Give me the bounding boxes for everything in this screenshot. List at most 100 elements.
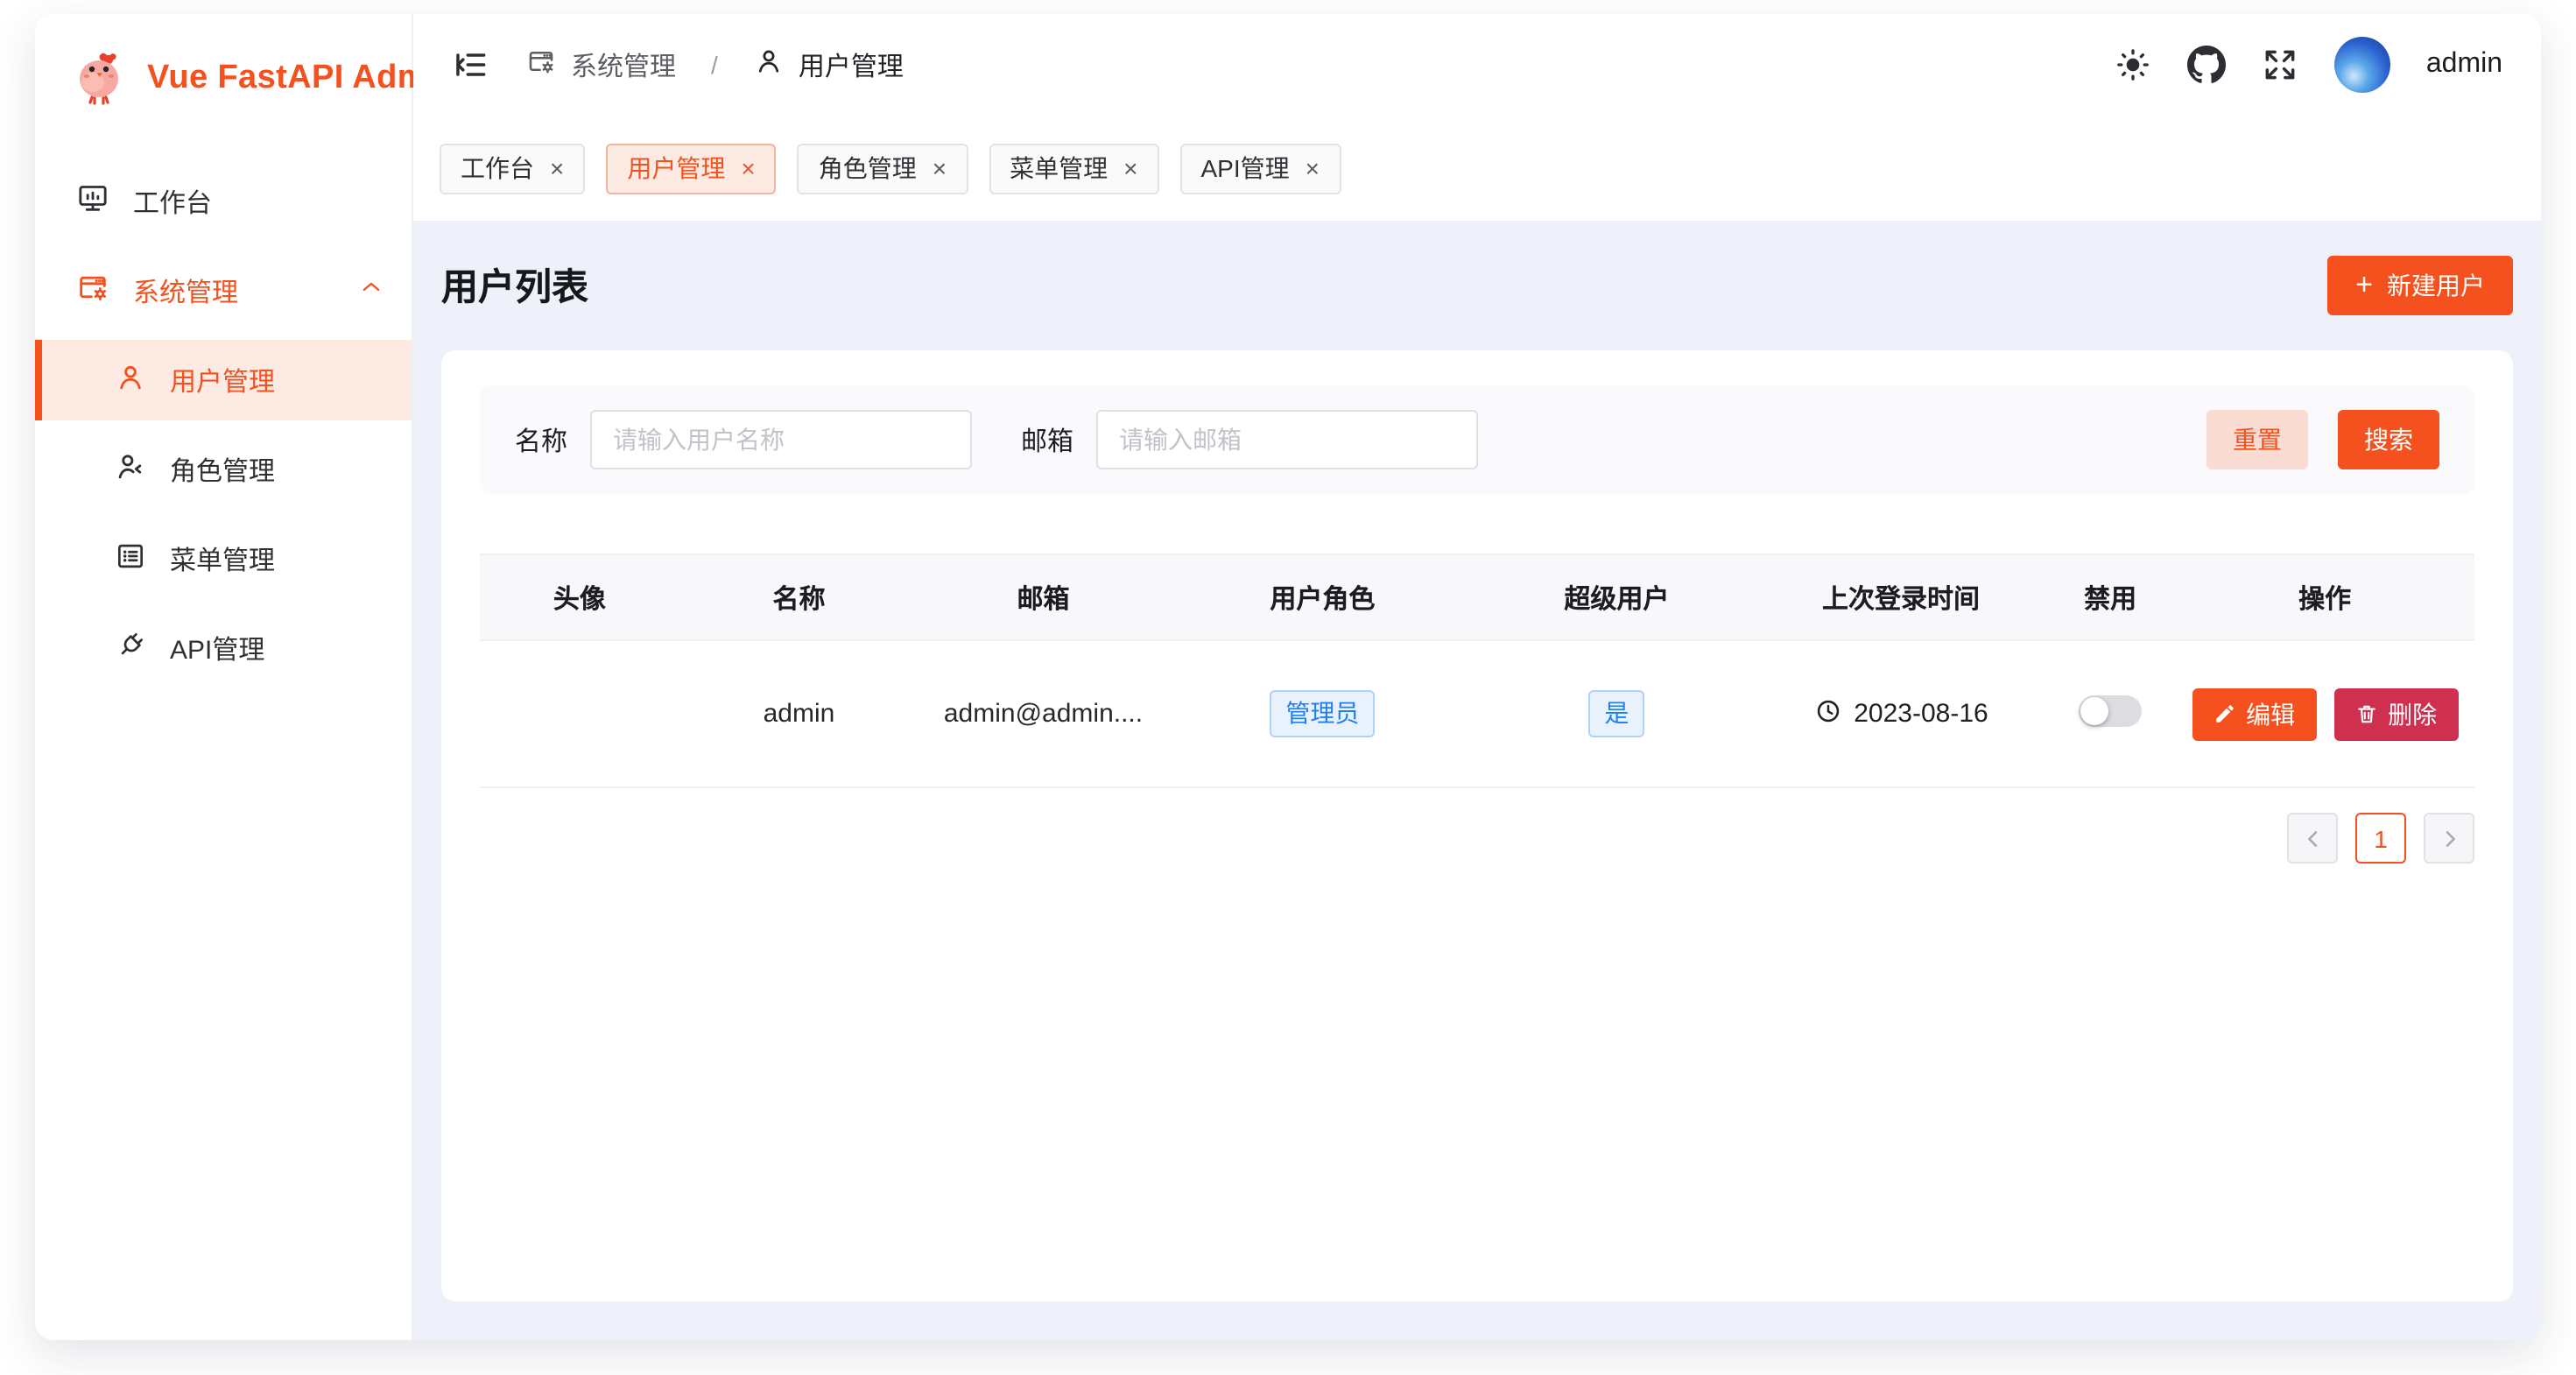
pagination: 1 xyxy=(480,813,2474,864)
fullscreen-icon[interactable] xyxy=(2262,46,2300,84)
column-header-disabled: 禁用 xyxy=(2045,554,2175,640)
app-window: Vue FastAPI Admin 工作台 xyxy=(35,14,2541,1340)
breadcrumb-label: 系统管理 xyxy=(571,46,676,83)
tab-bar: 工作台 × 用户管理 × 角色管理 × 菜单管理 × API管理 × xyxy=(413,116,2541,221)
disabled-toggle[interactable] xyxy=(2079,695,2142,726)
chevron-up-icon xyxy=(359,275,384,307)
plug-icon xyxy=(114,628,147,668)
column-header-superuser: 超级用户 xyxy=(1477,554,1756,640)
reset-button[interactable]: 重置 xyxy=(2206,410,2308,469)
search-form: 名称 邮箱 重置 搜索 xyxy=(480,385,2474,494)
app-title: Vue FastAPI Admin xyxy=(147,60,458,98)
trash-icon xyxy=(2354,702,2377,725)
viewport: Vue FastAPI Admin 工作台 xyxy=(0,0,2576,1375)
role-cell: 管理员 xyxy=(1168,640,1477,787)
user-avatar[interactable] xyxy=(2335,37,2391,93)
plus-icon: + xyxy=(2355,270,2373,300)
new-user-button-label: 新建用户 xyxy=(2387,268,2485,303)
sidebar-item-label: 菜单管理 xyxy=(170,540,275,577)
window-gear-icon xyxy=(75,270,110,312)
window-gear-icon xyxy=(525,46,557,84)
sidebar-item-menu-management[interactable]: 菜单管理 xyxy=(35,518,412,599)
name-cell: admin xyxy=(679,640,918,787)
sidebar-menu: 工作台 系统管理 xyxy=(35,161,412,688)
column-header-email: 邮箱 xyxy=(918,554,1168,640)
last-login-value: 2023-08-16 xyxy=(1854,699,1988,729)
column-header-actions: 操作 xyxy=(2175,554,2474,640)
current-page-button[interactable]: 1 xyxy=(2355,813,2406,864)
logo: Vue FastAPI Admin xyxy=(35,14,412,123)
sidebar-item-workbench[interactable]: 工作台 xyxy=(35,161,412,242)
sidebar-item-label: 用户管理 xyxy=(170,362,275,398)
email-cell: admin@admin.... xyxy=(918,640,1168,787)
user-list-card: 名称 邮箱 重置 搜索 xyxy=(441,350,2513,1301)
edit-button[interactable]: 编辑 xyxy=(2192,688,2316,740)
last-login-cell: 2023-08-16 xyxy=(1756,640,2045,787)
search-button[interactable]: 搜索 xyxy=(2338,410,2439,469)
github-icon[interactable] xyxy=(2188,46,2227,84)
theme-sun-icon[interactable] xyxy=(2115,46,2153,84)
tab-role-management[interactable]: 角色管理 × xyxy=(798,143,968,194)
column-header-last-login: 上次登录时间 xyxy=(1756,554,2045,640)
close-icon[interactable]: × xyxy=(1306,156,1320,180)
tab-api-management[interactable]: API管理 × xyxy=(1180,143,1341,194)
new-user-button[interactable]: + 新建用户 xyxy=(2327,256,2513,315)
page-title: 用户列表 xyxy=(441,259,588,312)
tab-label: 菜单管理 xyxy=(1010,151,1108,186)
edit-button-label: 编辑 xyxy=(2246,696,2295,731)
name-input[interactable] xyxy=(590,410,972,469)
breadcrumb-system-management[interactable]: 系统管理 xyxy=(525,46,676,84)
sidebar-item-user-management[interactable]: 用户管理 xyxy=(35,340,412,420)
close-icon[interactable]: × xyxy=(1123,156,1137,180)
role-tag: 管理员 xyxy=(1270,690,1375,737)
column-header-role: 用户角色 xyxy=(1168,554,1477,640)
table-header-row: 头像 名称 邮箱 用户角色 超级用户 上次登录时间 禁用 操作 xyxy=(480,554,2474,640)
name-field-label: 名称 xyxy=(515,421,567,458)
prev-page-button[interactable] xyxy=(2287,813,2338,864)
close-icon[interactable]: × xyxy=(933,156,947,180)
page-title-row: 用户列表 + 新建用户 xyxy=(413,221,2541,350)
person-icon xyxy=(753,46,785,84)
breadcrumb-user-management[interactable]: 用户管理 xyxy=(753,46,904,84)
clock-icon xyxy=(1813,696,1841,731)
chick-logo-icon xyxy=(70,45,130,113)
close-icon[interactable]: × xyxy=(550,156,564,180)
users-table: 头像 名称 邮箱 用户角色 超级用户 上次登录时间 禁用 操作 xyxy=(480,554,2474,788)
column-header-avatar: 头像 xyxy=(480,554,679,640)
collapse-sidebar-icon[interactable] xyxy=(452,46,490,84)
page-content: 用户列表 + 新建用户 名称 邮箱 重置 xyxy=(413,221,2541,1340)
person-icon xyxy=(114,360,147,400)
superuser-cell: 是 xyxy=(1477,640,1756,787)
tab-label: API管理 xyxy=(1201,151,1290,186)
tab-user-management[interactable]: 用户管理 × xyxy=(606,143,776,194)
sidebar: Vue FastAPI Admin 工作台 xyxy=(35,14,413,1340)
sidebar-item-label: API管理 xyxy=(170,630,264,666)
next-page-button[interactable] xyxy=(2424,813,2474,864)
actions-cell: 编辑 xyxy=(2175,640,2474,787)
avatar-cell xyxy=(480,640,679,787)
tab-label: 工作台 xyxy=(461,151,534,186)
sidebar-item-label: 角色管理 xyxy=(170,451,275,488)
superuser-tag: 是 xyxy=(1588,690,1644,737)
list-icon xyxy=(114,539,147,579)
sidebar-item-role-management[interactable]: 角色管理 xyxy=(35,429,412,510)
tab-workbench[interactable]: 工作台 × xyxy=(440,143,585,194)
top-header: 系统管理 / 用户管理 xyxy=(413,14,2541,116)
tab-label: 用户管理 xyxy=(627,151,725,186)
email-input[interactable] xyxy=(1096,410,1478,469)
monitor-icon xyxy=(75,180,110,222)
column-header-name: 名称 xyxy=(679,554,918,640)
close-icon[interactable]: × xyxy=(741,156,755,180)
delete-button[interactable]: 删除 xyxy=(2333,688,2458,740)
sidebar-item-api-management[interactable]: API管理 xyxy=(35,608,412,688)
breadcrumb-separator: / xyxy=(711,51,718,79)
tab-menu-management[interactable]: 菜单管理 × xyxy=(989,143,1158,194)
delete-button-label: 删除 xyxy=(2388,696,2437,731)
sidebar-item-label: 工作台 xyxy=(133,183,212,220)
pencil-icon xyxy=(2213,702,2235,725)
header-actions: admin xyxy=(2115,37,2502,93)
breadcrumb-label: 用户管理 xyxy=(799,46,904,83)
email-field-label: 邮箱 xyxy=(1021,421,1073,458)
username-label[interactable]: admin xyxy=(2426,49,2502,81)
sidebar-group-system[interactable]: 系统管理 xyxy=(35,250,412,331)
